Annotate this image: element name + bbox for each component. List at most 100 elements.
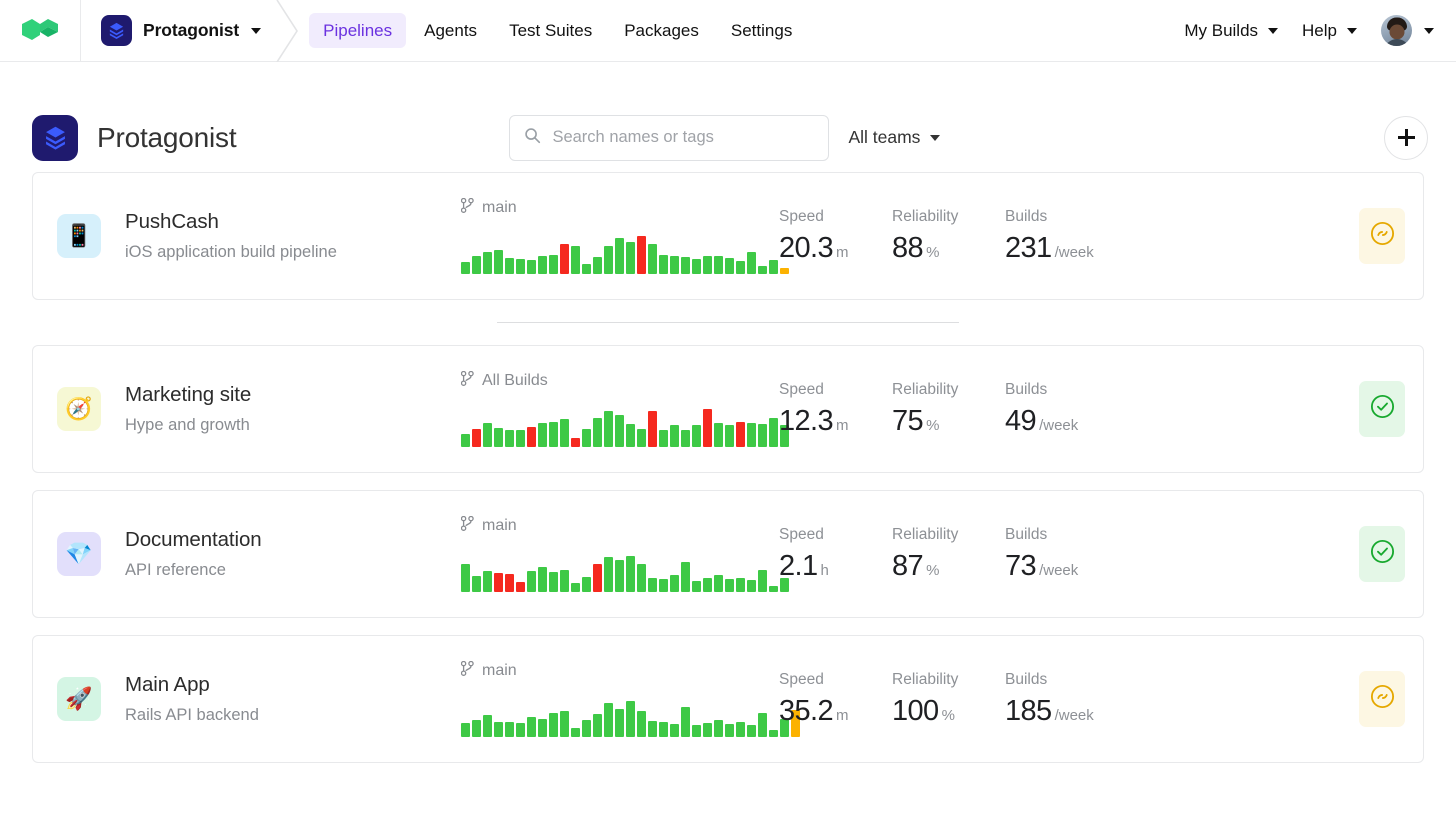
build-bar[interactable] xyxy=(505,429,514,447)
build-bar[interactable] xyxy=(582,576,591,592)
build-bar[interactable] xyxy=(615,237,624,274)
build-bar[interactable] xyxy=(615,414,624,447)
build-bar[interactable] xyxy=(483,714,492,737)
build-bar[interactable] xyxy=(483,570,492,592)
build-bar[interactable] xyxy=(692,424,701,447)
build-bar[interactable] xyxy=(483,422,492,447)
build-bar[interactable] xyxy=(769,417,778,447)
build-bar[interactable] xyxy=(582,263,591,274)
build-bar[interactable] xyxy=(648,577,657,592)
build-bar[interactable] xyxy=(703,577,712,592)
build-bar[interactable] xyxy=(637,710,646,737)
build-bar[interactable] xyxy=(736,577,745,592)
pipeline-row-documentation[interactable]: 💎 Documentation API reference main Speed… xyxy=(32,490,1424,618)
build-bar[interactable] xyxy=(516,581,525,592)
build-bar[interactable] xyxy=(692,724,701,737)
build-bar[interactable] xyxy=(670,424,679,447)
build-bar[interactable] xyxy=(769,729,778,737)
build-bar[interactable] xyxy=(758,569,767,592)
build-bar[interactable] xyxy=(692,580,701,592)
build-bar[interactable] xyxy=(527,716,536,737)
build-bar[interactable] xyxy=(472,719,481,737)
build-bar[interactable] xyxy=(648,720,657,737)
status-badge[interactable] xyxy=(1359,381,1405,437)
help-menu[interactable]: Help xyxy=(1290,13,1369,49)
build-bar[interactable] xyxy=(472,575,481,592)
build-bar[interactable] xyxy=(604,556,613,592)
build-bar[interactable] xyxy=(714,574,723,592)
nav-tab-test-suites[interactable]: Test Suites xyxy=(495,13,606,48)
build-bar[interactable] xyxy=(725,424,734,447)
buildkite-home-link[interactable] xyxy=(0,0,81,62)
build-bar[interactable] xyxy=(681,561,690,592)
build-bar[interactable] xyxy=(549,421,558,447)
build-bar[interactable] xyxy=(516,722,525,737)
build-bar[interactable] xyxy=(659,721,668,737)
build-bar[interactable] xyxy=(758,712,767,737)
pipeline-row-marketing-site[interactable]: 🧭 Marketing site Hype and growth All Bui… xyxy=(32,345,1424,473)
build-bar[interactable] xyxy=(571,727,580,737)
build-bar[interactable] xyxy=(703,722,712,737)
build-bar[interactable] xyxy=(670,723,679,737)
build-bar[interactable] xyxy=(494,572,503,592)
builds-bar-chart[interactable] xyxy=(461,546,789,592)
teams-filter-dropdown[interactable]: All teams xyxy=(848,127,941,148)
build-bar[interactable] xyxy=(758,265,767,274)
build-bar[interactable] xyxy=(725,723,734,737)
build-bar[interactable] xyxy=(659,578,668,592)
build-bar[interactable] xyxy=(604,245,613,274)
build-bar[interactable] xyxy=(615,708,624,737)
build-bar[interactable] xyxy=(703,255,712,274)
build-bar[interactable] xyxy=(747,579,756,592)
build-bar[interactable] xyxy=(560,710,569,737)
build-bar[interactable] xyxy=(626,555,635,592)
build-bar[interactable] xyxy=(560,243,569,274)
builds-bar-chart[interactable] xyxy=(461,401,789,447)
build-bar[interactable] xyxy=(527,259,536,274)
build-bar[interactable] xyxy=(736,721,745,737)
build-bar[interactable] xyxy=(714,255,723,274)
status-badge[interactable] xyxy=(1359,208,1405,264)
build-bar[interactable] xyxy=(604,410,613,447)
build-bar[interactable] xyxy=(736,421,745,447)
build-bar[interactable] xyxy=(593,713,602,737)
build-bar[interactable] xyxy=(692,258,701,274)
build-bar[interactable] xyxy=(461,433,470,447)
build-bar[interactable] xyxy=(516,258,525,274)
build-bar[interactable] xyxy=(725,257,734,274)
build-bar[interactable] xyxy=(461,563,470,592)
build-bar[interactable] xyxy=(582,719,591,737)
new-pipeline-button[interactable] xyxy=(1384,115,1428,160)
build-bar[interactable] xyxy=(747,422,756,447)
build-bar[interactable] xyxy=(626,423,635,447)
build-bar[interactable] xyxy=(538,566,547,592)
search-input[interactable] xyxy=(552,128,815,147)
build-bar[interactable] xyxy=(637,428,646,447)
build-bar[interactable] xyxy=(714,422,723,447)
build-bar[interactable] xyxy=(483,251,492,274)
build-bar[interactable] xyxy=(538,422,547,447)
nav-tab-packages[interactable]: Packages xyxy=(610,13,713,48)
pipeline-row-main-app[interactable]: 🚀 Main App Rails API backend main Speed … xyxy=(32,635,1424,763)
build-bar[interactable] xyxy=(659,429,668,447)
status-badge[interactable] xyxy=(1359,526,1405,582)
nav-tab-agents[interactable]: Agents xyxy=(410,13,491,48)
build-bar[interactable] xyxy=(494,427,503,447)
nav-tab-pipelines[interactable]: Pipelines xyxy=(309,13,407,48)
build-bar[interactable] xyxy=(527,426,536,447)
my-builds-menu[interactable]: My Builds xyxy=(1172,13,1290,49)
build-bar[interactable] xyxy=(747,251,756,274)
build-bar[interactable] xyxy=(714,719,723,737)
build-bar[interactable] xyxy=(593,417,602,447)
build-bar[interactable] xyxy=(549,571,558,592)
build-bar[interactable] xyxy=(461,261,470,274)
build-bar[interactable] xyxy=(769,585,778,592)
build-bar[interactable] xyxy=(516,429,525,447)
build-bar[interactable] xyxy=(758,423,767,447)
build-bar[interactable] xyxy=(582,428,591,447)
build-bar[interactable] xyxy=(769,259,778,274)
build-bar[interactable] xyxy=(538,255,547,274)
build-bar[interactable] xyxy=(505,721,514,737)
build-bar[interactable] xyxy=(703,408,712,447)
build-bar[interactable] xyxy=(549,254,558,274)
